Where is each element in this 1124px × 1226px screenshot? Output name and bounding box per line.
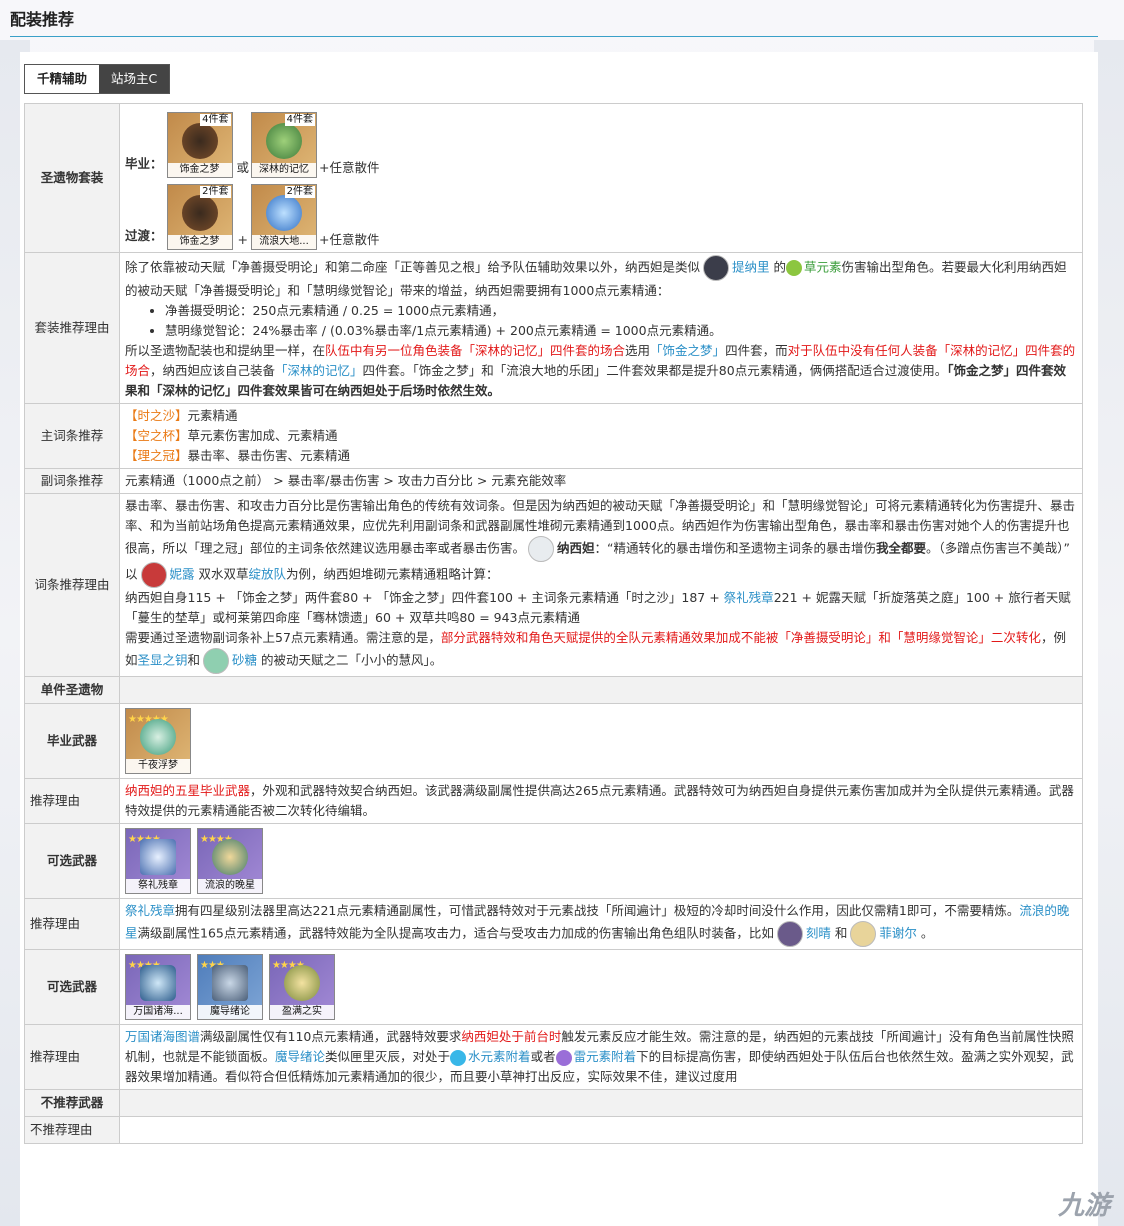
row-bis-weapon: 毕业武器 ★★★★★ 千夜浮梦 xyxy=(24,703,1083,779)
weapon-mappa-mare-icon[interactable]: ★★★★ 万国诸海... xyxy=(125,954,191,1020)
weapon-fruit-of-fulfillment-icon[interactable]: ★★★★ 盈满之实 xyxy=(268,954,335,1020)
stat-reason-content: 暴击率、暴击伤害、和攻击力百分比是伤害输出角色的传统有效词条。但是因为纳西妲的被… xyxy=(119,493,1083,677)
artifact-set-content: 毕业： 4件套 饰金之梦 或 4件套 深林的记忆 +任意散件 过渡： 2件套 饰… xyxy=(119,103,1083,253)
label-bis-reason: 推荐理由 xyxy=(24,778,120,824)
artifact-gilded-dreams-icon[interactable]: 4件套 饰金之梦 xyxy=(166,112,233,178)
label-single-artifact: 单件圣遗物 xyxy=(24,676,120,704)
label-opt-weapon-2: 可选武器 xyxy=(24,949,120,1025)
row-stat-reason: 词条推荐理由 暴击率、暴击伤害、和攻击力百分比是伤害输出角色的传统有效词条。但是… xyxy=(24,493,1083,677)
link-prototype-scroll[interactable]: 祭礼残章 xyxy=(724,590,774,605)
link-bloom-team[interactable]: 绽放队 xyxy=(249,567,287,582)
weapon-a-thousand-floating-dreams-icon[interactable]: ★★★★★ 千夜浮梦 xyxy=(125,708,191,774)
row-not-recommended: 不推荐武器 xyxy=(24,1089,1083,1117)
background-right xyxy=(1094,40,1124,1226)
row-opt-weapon-2: 可选武器 ★★★★ 万国诸海... ★★★ 魔导绪论 ★★★★ 盈满之实 xyxy=(24,949,1083,1025)
row-not-recommended-reason: 不推荐理由 xyxy=(24,1116,1083,1144)
trans-label: 过渡： xyxy=(125,228,163,243)
label-set-reason: 套装推荐理由 xyxy=(24,252,120,404)
row-opt-reason-2: 推荐理由 万国诸海图谱满级副属性仅有110点元素精通，武器特效要求纳西妲处于前台… xyxy=(24,1024,1083,1090)
label-opt-reason-2: 推荐理由 xyxy=(24,1024,120,1090)
nahida-avatar xyxy=(528,536,555,562)
tighnari-avatar xyxy=(703,255,730,281)
or-text: 或 xyxy=(236,160,250,175)
sucrose-avatar xyxy=(203,648,230,674)
link-mappa-mare[interactable]: 万国诸海图谱 xyxy=(125,1029,200,1044)
hydro-icon xyxy=(450,1049,467,1066)
label-opt-weapon-1: 可选武器 xyxy=(24,823,120,899)
label-not-recommended: 不推荐武器 xyxy=(24,1089,120,1117)
weapon-sacrificial-fragments-icon[interactable]: ★★★★ 祭礼残章 xyxy=(125,828,191,894)
link-key-of-khaj-nisut[interactable]: 圣显之钥 xyxy=(138,653,188,668)
link-sucrose[interactable]: 砂糖 xyxy=(232,653,257,668)
any-piece-text-2: +任意散件 xyxy=(319,232,380,247)
list-item: 慧明缘觉智论：24%暴击率 / (0.03%暴击率/1点元素精通) + 200点… xyxy=(165,321,1077,341)
plus-text: + xyxy=(237,232,248,247)
main-stat-content: 【时之沙】元素精通 【空之杯】草元素伤害加成、元素精通 【理之冠】暴击率、暴击伤… xyxy=(119,403,1083,469)
label-bis-weapon: 毕业武器 xyxy=(24,703,120,779)
list-item: 净善摄受明论：250点元素精通 / 0.25 = 1000点元素精通， xyxy=(165,301,1077,321)
link-deepwood[interactable]: 「深林的记忆」 xyxy=(275,363,363,378)
sub-stat-content: 元素精通（1000点之前） > 暴击率/暴击伤害 > 攻击力百分比 > 元素充能… xyxy=(119,468,1083,494)
artifact-gilded-dreams-2pc-icon[interactable]: 2件套 饰金之梦 xyxy=(166,184,233,250)
link-keqing[interactable]: 刻晴 xyxy=(806,926,831,941)
row-opt-reason-1: 推荐理由 祭礼残章拥有四星级别法器里高达221点元素精通副属性，可惜武器特效对于… xyxy=(24,898,1083,950)
weapon-wandering-evenstar-icon[interactable]: ★★★★ 流浪的晚星 xyxy=(196,828,263,894)
set-reason-content: 除了依靠被动天赋「净善摄受明论」和第二命座「正等善见之根」给予队伍辅助效果以外，… xyxy=(119,252,1083,404)
nilou-avatar xyxy=(140,562,167,588)
artifact-deepwood-memories-icon[interactable]: 4件套 深林的记忆 xyxy=(251,112,318,178)
link-gilded-dreams[interactable]: 「饰金之梦」 xyxy=(650,343,725,358)
artifact-wanderers-troupe-icon[interactable]: 2件套 流浪大地... xyxy=(251,184,317,250)
row-artifact-set: 圣遗物套装 毕业： 4件套 饰金之梦 或 4件套 深林的记忆 +任意散件 过渡： xyxy=(24,103,1083,253)
any-piece-text: +任意散件 xyxy=(319,160,380,175)
electro-icon xyxy=(555,1049,572,1066)
row-sub-stat: 副词条推荐 元素精通（1000点之前） > 暴击率/暴击伤害 > 攻击力百分比 … xyxy=(24,468,1083,494)
title-divider xyxy=(10,36,1098,37)
page-title: 配装推荐 xyxy=(10,10,75,29)
row-bis-reason: 推荐理由 纳西妲的五星毕业武器，外观和武器特效契合纳西妲。该武器满级副属性提供高… xyxy=(24,778,1083,824)
label-stat-reason: 词条推荐理由 xyxy=(24,493,120,677)
row-opt-weapon-1: 可选武器 ★★★★ 祭礼残章 ★★★★ 流浪的晚星 xyxy=(24,823,1083,899)
weapon-magic-guide-icon[interactable]: ★★★ 魔导绪论 xyxy=(196,954,263,1020)
fischl-avatar xyxy=(850,921,877,947)
link-tighnari[interactable]: 提纳里 xyxy=(732,260,770,275)
link-nilou[interactable]: 妮露 xyxy=(170,567,195,582)
tab-bar: 千精辅助 站场主C xyxy=(24,64,171,94)
label-not-recommended-reason: 不推荐理由 xyxy=(24,1116,120,1144)
keqing-avatar xyxy=(776,921,803,947)
grad-label: 毕业： xyxy=(125,156,163,171)
watermark-logo: 九游 xyxy=(1057,1191,1110,1221)
link-sacrificial-fragments[interactable]: 祭礼残章 xyxy=(125,903,175,918)
row-set-reason: 套装推荐理由 除了依靠被动天赋「净善摄受明论」和第二命座「正等善见之根」给予队伍… xyxy=(24,252,1083,404)
label-main-stat: 主词条推荐 xyxy=(24,403,120,469)
link-fischl[interactable]: 菲谢尔 xyxy=(879,926,917,941)
row-main-stat: 主词条推荐 【时之沙】元素精通 【空之杯】草元素伤害加成、元素精通 【理之冠】暴… xyxy=(24,403,1083,469)
link-magic-guide[interactable]: 魔导绪论 xyxy=(275,1049,325,1064)
label-artifact-set: 圣遗物套装 xyxy=(24,103,120,253)
tab-support[interactable]: 千精辅助 xyxy=(25,65,100,93)
tab-main-dps[interactable]: 站场主C xyxy=(99,65,170,93)
build-table: 圣遗物套装 毕业： 4件套 饰金之梦 或 4件套 深林的记忆 +任意散件 过渡： xyxy=(24,103,1083,1144)
dendro-icon xyxy=(786,260,803,276)
label-sub-stat: 副词条推荐 xyxy=(24,468,120,494)
row-single-artifact: 单件圣遗物 xyxy=(24,676,1083,704)
label-opt-reason-1: 推荐理由 xyxy=(24,898,120,950)
